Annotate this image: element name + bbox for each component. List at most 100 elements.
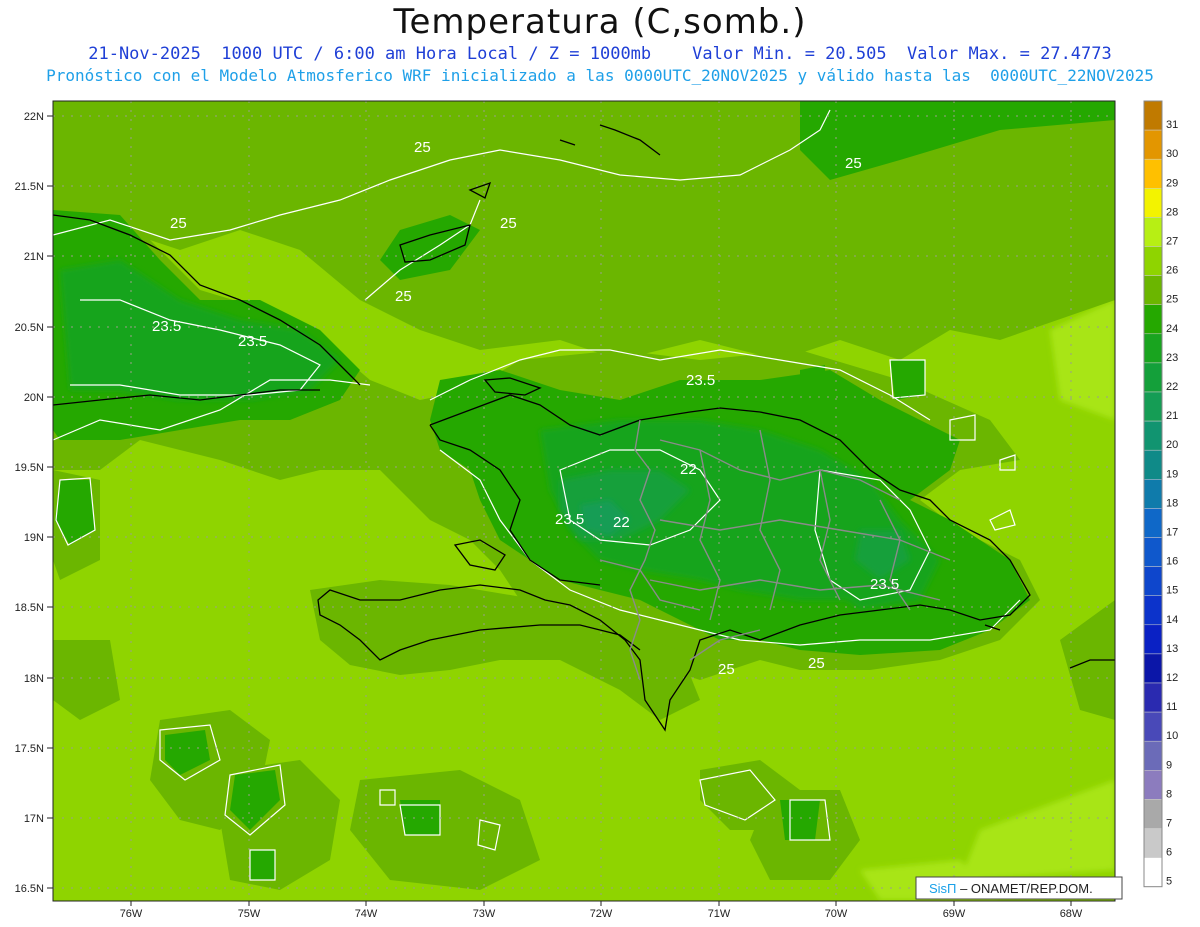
lat-label: 18N [24, 673, 44, 685]
colorbar-swatch [1143, 857, 1163, 887]
colorbar-swatch [1143, 129, 1163, 160]
colorbar-label: 15 [1166, 585, 1178, 597]
contour-label: 25 [170, 215, 187, 232]
temperature-field: 25 25 25 25 25 23.5 23.5 23.5 23.5 23.5 … [53, 101, 1115, 901]
contour-label: 25 [395, 288, 412, 305]
colorbar-label: 20 [1166, 439, 1178, 451]
colorbar-label: 26 [1166, 265, 1178, 277]
contour-label: 25 [718, 661, 735, 678]
colorbar-swatch [1143, 624, 1163, 655]
colorbar-label: 18 [1166, 497, 1178, 509]
colorbar-label: 21 [1166, 410, 1178, 422]
credit-text: – ONAMET/REP.DOM. [956, 881, 1092, 896]
colorbar-swatch [1143, 420, 1163, 451]
lat-label: 20N [24, 392, 44, 404]
lat-label: 22N [24, 111, 44, 123]
contour-label: 23.5 [238, 333, 267, 350]
colorbar-swatch [1143, 508, 1163, 538]
colorbar-swatch [1143, 362, 1163, 393]
colorbar-label: 6 [1166, 847, 1172, 859]
colorbar-label: 12 [1166, 672, 1178, 684]
colorbar-swatch [1143, 304, 1163, 335]
contour-label: 25 [845, 155, 862, 172]
lon-label: 76W [120, 908, 143, 920]
lat-label: 21N [24, 251, 44, 263]
lat-label: 20.5N [15, 322, 44, 334]
lon-label: 73W [473, 908, 496, 920]
colorbar-swatch [1143, 246, 1163, 276]
lon-label: 69W [943, 908, 966, 920]
lon-label: 72W [590, 908, 613, 920]
colorbar-label: 30 [1166, 148, 1178, 160]
colorbar-label: 27 [1166, 236, 1178, 248]
colorbar-swatch [1143, 799, 1163, 829]
colorbar-label: 9 [1166, 759, 1172, 771]
colorbar-swatch [1143, 711, 1163, 742]
colorbar-swatch [1143, 653, 1163, 684]
lon-label: 74W [355, 908, 378, 920]
colorbar-swatch [1143, 275, 1163, 305]
lat-label: 19.5N [15, 462, 44, 474]
lon-label: 70W [825, 908, 848, 920]
colorbar-label: 29 [1166, 177, 1178, 189]
latitude-axis: 22N 21.5N 21N 20.5N 20N 19.5N 19N 18.5N … [15, 111, 44, 895]
colorbar-label: 24 [1166, 323, 1178, 335]
lon-label: 68W [1060, 908, 1083, 920]
contour-label: 25 [414, 139, 431, 156]
colorbar-swatch [1143, 100, 1163, 131]
colorbar-swatch [1143, 566, 1163, 596]
colorbar-swatch [1143, 595, 1163, 626]
contour-label: 25 [500, 215, 517, 232]
credit-brand: SisΠ [929, 881, 956, 896]
temperature-map: 25 25 25 25 25 23.5 23.5 23.5 23.5 23.5 … [15, 100, 1178, 920]
contour-label: 23.5 [870, 576, 899, 593]
colorbar-swatch [1143, 828, 1163, 858]
contour-label: 23.5 [555, 511, 584, 528]
contour-label: 23.5 [686, 372, 715, 389]
longitude-ticks [130, 901, 1072, 906]
colorbar-swatch [1143, 217, 1163, 247]
colorbar-label: 14 [1166, 614, 1178, 626]
contour-label: 25 [808, 655, 825, 672]
lat-label: 19N [24, 532, 44, 544]
credit-box: SisΠ – ONAMET/REP.DOM. [915, 876, 1123, 900]
colorbar-swatch [1143, 740, 1163, 771]
colorbar-label: 11 [1166, 701, 1177, 713]
colorbar: 31 30 29 28 27 26 25 24 23 22 21 20 19 18 17 16 15 14 13 12… [1143, 100, 1178, 888]
contour-label: 22 [613, 514, 630, 531]
colorbar-swatch [1143, 449, 1163, 480]
lat-label: 17.5N [15, 743, 44, 755]
colorbar-label: 5 [1166, 876, 1172, 888]
colorbar-swatch [1143, 537, 1163, 567]
lat-label: 16.5N [15, 883, 44, 895]
colorbar-label: 16 [1166, 556, 1178, 568]
colorbar-label: 31 [1166, 119, 1178, 131]
contour-label: 23.5 [152, 318, 181, 335]
colorbar-label: 7 [1166, 818, 1172, 830]
colorbar-swatch [1143, 479, 1163, 509]
colorbar-swatch [1143, 333, 1163, 364]
colorbar-swatch [1143, 158, 1163, 189]
colorbar-swatch [1143, 391, 1163, 422]
colorbar-label: 23 [1166, 352, 1178, 364]
colorbar-swatch [1143, 188, 1163, 218]
colorbar-swatch [1143, 682, 1163, 713]
colorbar-swatch [1143, 770, 1163, 800]
colorbar-label: 13 [1166, 643, 1178, 655]
lon-label: 71W [708, 908, 731, 920]
colorbar-label: 19 [1166, 468, 1178, 480]
lat-label: 18.5N [15, 602, 44, 614]
lat-label: 17N [24, 813, 44, 825]
contour-label: 22 [680, 461, 697, 478]
colorbar-label: 10 [1166, 730, 1178, 742]
colorbar-label: 25 [1166, 294, 1178, 306]
latitude-ticks [47, 115, 53, 889]
colorbar-label: 28 [1166, 206, 1178, 218]
longitude-axis: 76W 75W 74W 73W 72W 71W 70W 69W 68W [120, 908, 1083, 920]
svg-text:SisΠ – ONAMET/REP.DOM.: SisΠ – ONAMET/REP.DOM. [929, 881, 1093, 896]
colorbar-label: 17 [1166, 527, 1178, 539]
lon-label: 75W [238, 908, 261, 920]
colorbar-label: 22 [1166, 381, 1178, 393]
lat-label: 21.5N [15, 181, 44, 193]
colorbar-label: 8 [1166, 788, 1172, 800]
